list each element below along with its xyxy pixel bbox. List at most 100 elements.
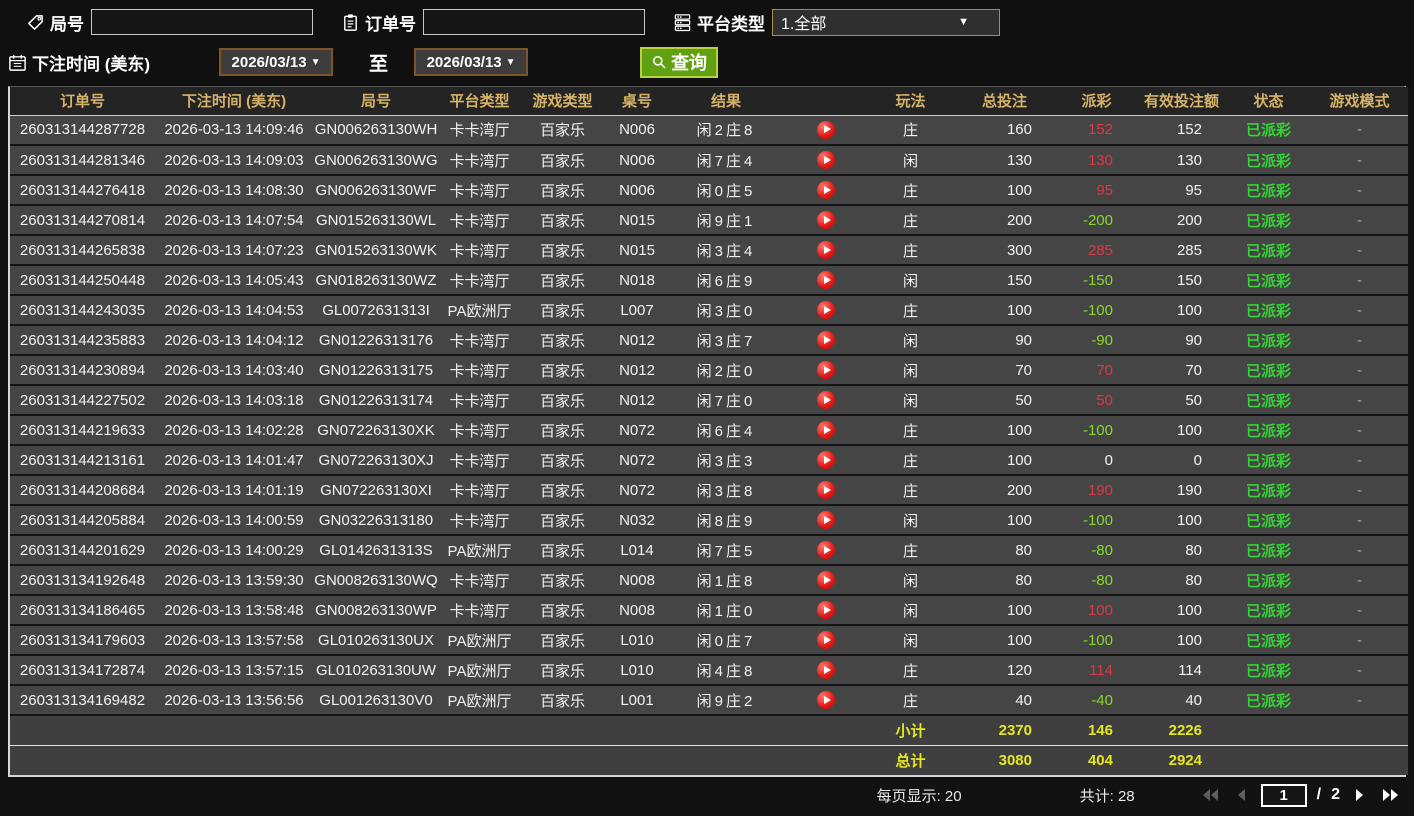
play-video-icon[interactable]	[816, 241, 835, 260]
table-row: 260313134179603 2026-03-13 13:57:58 GL0102…	[10, 624, 1408, 656]
cell-play: 庄	[868, 174, 953, 206]
cell-platform: 卡卡湾厅	[439, 384, 520, 416]
cell-result: 闲4庄8	[669, 654, 783, 686]
play-video-icon[interactable]	[816, 361, 835, 380]
cell-video	[783, 414, 868, 446]
play-video-icon[interactable]	[816, 301, 835, 320]
play-video-icon[interactable]	[816, 601, 835, 620]
cell-valid-bet: 40	[1137, 684, 1226, 716]
play-video-icon[interactable]	[816, 391, 835, 410]
cell-video	[783, 594, 868, 626]
next-page-button[interactable]	[1350, 787, 1370, 803]
cell-status: 已派彩	[1226, 474, 1311, 506]
cell-payout: -80	[1056, 534, 1137, 566]
cell-result: 闲2庄8	[669, 115, 783, 146]
platform-select[interactable]: 1.全部	[772, 8, 1000, 36]
play-video-icon[interactable]	[816, 271, 835, 290]
cell-game-type: 百家乐	[520, 684, 605, 716]
cell-bet-time: 2026-03-13 14:08:30	[155, 174, 313, 206]
subtotal-total-bet: 2370	[953, 714, 1056, 745]
pagination-bar: 每页显示: 20 共计: 28 1 / 2	[8, 777, 1406, 813]
cell-play: 庄	[868, 684, 953, 716]
table-row: 260313134172874 2026-03-13 13:57:15 GL0102…	[10, 654, 1408, 686]
play-video-icon[interactable]	[816, 631, 835, 650]
cell-status: 已派彩	[1226, 444, 1311, 476]
table-row: 260313144243035 2026-03-13 14:04:53 GL0072…	[10, 294, 1408, 326]
cell-round-id: GL0142631313S	[313, 534, 439, 566]
cell-status: 已派彩	[1226, 624, 1311, 656]
cell-play: 闲	[868, 564, 953, 596]
table-row: 260313144281346 2026-03-13 14:09:03 GN0062…	[10, 144, 1408, 176]
date-from-picker[interactable]: 2026/03/13	[219, 48, 334, 76]
first-page-icon	[1202, 789, 1218, 801]
play-video-icon[interactable]	[816, 451, 835, 470]
cell-payout: -90	[1056, 324, 1137, 356]
column-header-status: 状态	[1226, 87, 1311, 116]
search-button[interactable]: 查询	[640, 46, 719, 78]
cell-valid-bet: 80	[1137, 564, 1226, 596]
cell-mode: -	[1311, 264, 1408, 296]
cell-order-id: 260313144235883	[10, 324, 155, 356]
cell-valid-bet: 152	[1137, 115, 1226, 146]
cell-game-type: 百家乐	[520, 534, 605, 566]
cell-bet-time: 2026-03-13 14:04:12	[155, 324, 313, 356]
cell-game-type: 百家乐	[520, 294, 605, 326]
cell-play: 闲	[868, 504, 953, 536]
cell-valid-bet: 114	[1137, 654, 1226, 686]
order-input[interactable]	[423, 9, 645, 35]
cell-video	[783, 684, 868, 716]
date-to-value: 2026/03/13	[426, 53, 502, 71]
cell-valid-bet: 0	[1137, 444, 1226, 476]
play-video-icon[interactable]	[816, 541, 835, 560]
cell-play: 闲	[868, 594, 953, 626]
cell-valid-bet: 190	[1137, 474, 1226, 506]
cell-play: 庄	[868, 654, 953, 686]
cell-round-id: GL010263130UX	[313, 624, 439, 656]
play-video-icon[interactable]	[816, 691, 835, 710]
round-input[interactable]	[91, 9, 313, 35]
play-video-icon[interactable]	[816, 181, 835, 200]
subtotal-row: 小计 2370 146 2226	[10, 714, 1408, 745]
cell-status: 已派彩	[1226, 204, 1311, 236]
cell-total-bet: 100	[953, 414, 1056, 446]
cell-round-id: GN006263130WF	[313, 174, 439, 206]
play-video-icon[interactable]	[816, 120, 835, 139]
cell-total-bet: 130	[953, 144, 1056, 176]
cell-status: 已派彩	[1226, 174, 1311, 206]
play-video-icon[interactable]	[816, 151, 835, 170]
cell-platform: PA欧洲厅	[439, 684, 520, 716]
play-video-icon[interactable]	[816, 481, 835, 500]
current-page-value: 1	[1279, 786, 1288, 804]
cell-result: 闲3庄8	[669, 474, 783, 506]
last-page-button[interactable]	[1380, 787, 1400, 803]
date-to-picker[interactable]: 2026/03/13	[414, 48, 529, 76]
cell-payout: -200	[1056, 204, 1137, 236]
round-filter-label: 局号	[50, 14, 84, 34]
cell-bet-time: 2026-03-13 13:59:30	[155, 564, 313, 596]
cell-video	[783, 354, 868, 386]
cell-game-type: 百家乐	[520, 564, 605, 596]
prev-page-button[interactable]	[1231, 787, 1251, 803]
search-button-label: 查询	[671, 53, 708, 73]
play-video-icon[interactable]	[816, 421, 835, 440]
table-row: 260313144213161 2026-03-13 14:01:47 GN0722…	[10, 444, 1408, 476]
cell-result: 闲6庄4	[669, 414, 783, 446]
cell-game-type: 百家乐	[520, 204, 605, 236]
cell-order-id: 260313144205884	[10, 504, 155, 536]
play-video-icon[interactable]	[816, 661, 835, 680]
page-number-input[interactable]: 1	[1260, 783, 1307, 807]
clipboard-icon	[344, 13, 357, 31]
play-video-icon[interactable]	[816, 331, 835, 350]
cell-result: 闲7庄0	[669, 384, 783, 416]
first-page-button[interactable]	[1201, 787, 1221, 803]
cell-payout: -40	[1056, 684, 1137, 716]
table-row: 260313144227502 2026-03-13 14:03:18 GN0122…	[10, 384, 1408, 416]
play-video-icon[interactable]	[816, 571, 835, 590]
cell-order-id: 260313144208684	[10, 474, 155, 506]
cell-platform: 卡卡湾厅	[439, 115, 520, 146]
cell-video	[783, 534, 868, 566]
cell-table-no: L001	[605, 684, 669, 716]
play-video-icon[interactable]	[816, 211, 835, 230]
cell-valid-bet: 150	[1137, 264, 1226, 296]
play-video-icon[interactable]	[816, 511, 835, 530]
